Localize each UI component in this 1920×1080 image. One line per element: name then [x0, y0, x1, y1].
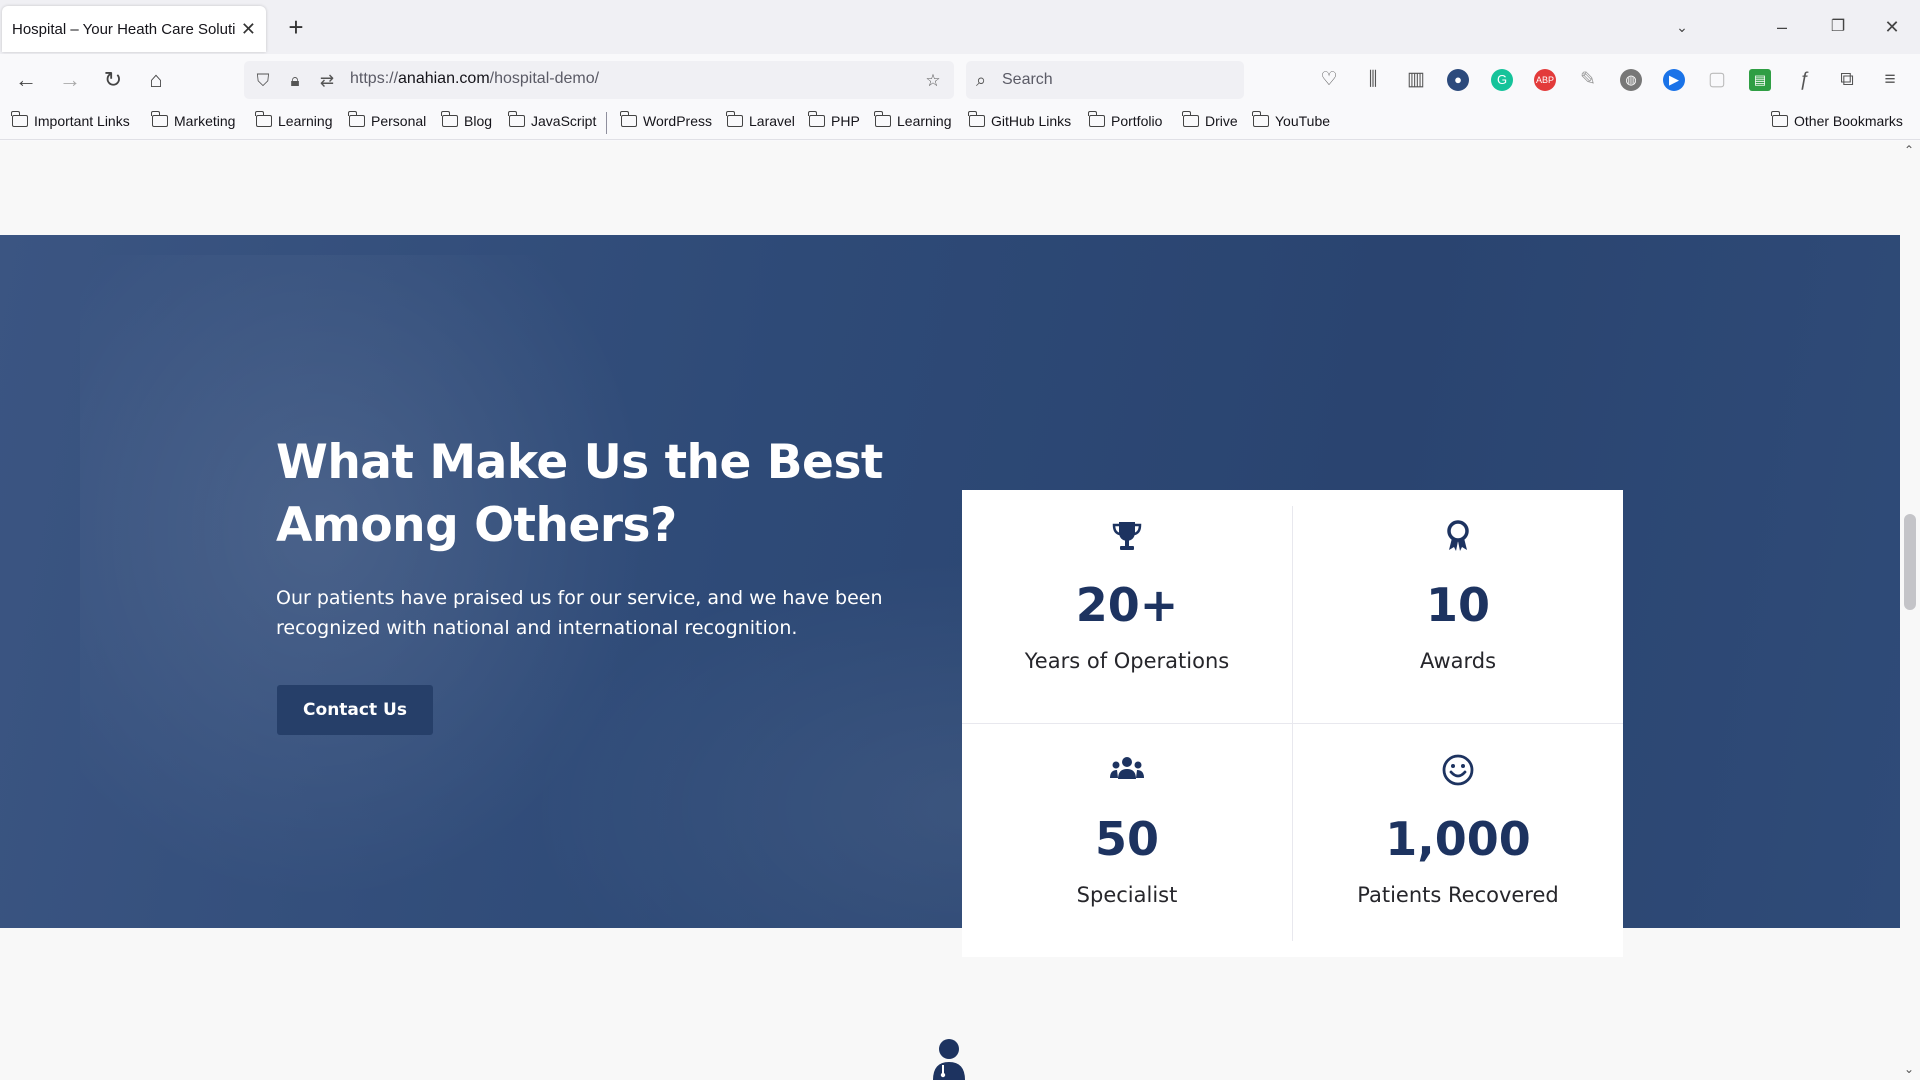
stat-patients-recovered: 1,000 Patients Recovered [1293, 724, 1623, 957]
pocket-icon[interactable]: ♡ [1318, 69, 1340, 91]
smile-icon [1442, 754, 1474, 786]
section-description: Our patients have praised us for our ser… [276, 587, 883, 639]
stat-label: Years of Operations [1024, 649, 1230, 673]
url-bar[interactable]: ⛉ 🔒︎ ⇄ https://anahian.com/hospital-demo… [244, 61, 954, 99]
stats-card: 20+ Years of Operations 10 Awards 50 Spe… [962, 490, 1623, 957]
stat-label: Specialist [1076, 883, 1178, 907]
folder-icon [1771, 111, 1788, 127]
folder-icon [441, 111, 458, 127]
stat-years: 20+ Years of Operations [962, 490, 1292, 723]
other-bookmarks[interactable]: Other Bookmarks [1771, 111, 1903, 129]
bookmark-learning-2[interactable]: Learning [874, 111, 952, 129]
folder-icon [726, 111, 743, 127]
folder-icon [11, 111, 28, 127]
sidebar-icon[interactable]: ▥ [1405, 69, 1427, 91]
close-window-button[interactable]: ✕ [1874, 12, 1910, 42]
home-icon[interactable]: ⌂ [140, 64, 172, 96]
bookmark-laravel[interactable]: Laravel [726, 111, 795, 129]
bookmark-important-links[interactable]: Important Links [11, 111, 130, 129]
tab-close-icon[interactable]: ✕ [241, 19, 256, 40]
permissions-icon[interactable]: ⇄ [316, 70, 338, 92]
bookmark-wordpress[interactable]: WordPress [620, 111, 712, 129]
stat-value: 10 [1425, 578, 1490, 632]
bookmarks-toolbar: Important Links Marketing Learning Perso… [0, 106, 1920, 140]
bookmark-blog[interactable]: Blog [441, 111, 492, 129]
reload-icon[interactable]: ↻ [97, 64, 129, 96]
stat-label: Awards [1419, 649, 1497, 673]
extension-function-icon[interactable]: ƒ [1793, 69, 1815, 91]
adblock-icon[interactable]: ABP [1534, 69, 1556, 91]
folder-icon [255, 111, 272, 127]
forward-arrow-icon[interactable]: → [54, 64, 86, 96]
minimize-button[interactable]: – [1764, 12, 1800, 42]
trophy-icon [1112, 522, 1142, 550]
lock-icon[interactable]: 🔒︎ [284, 70, 306, 92]
folder-icon [151, 111, 168, 127]
extension-sheet-icon[interactable]: ▤ [1749, 69, 1771, 91]
stat-awards: 10 Awards [1293, 490, 1623, 723]
search-placeholder: Search [1002, 71, 1053, 88]
folder-icon [620, 111, 637, 127]
restore-button[interactable]: ❐ [1820, 12, 1856, 42]
award-icon [1447, 520, 1469, 551]
vertical-scrollbar[interactable] [1900, 141, 1920, 1080]
folder-icon [508, 111, 525, 127]
stat-label: Patients Recovered [1357, 883, 1559, 907]
stat-value: 1,000 [1385, 812, 1531, 866]
tab-title: Hospital – Your Heath Care Solution [12, 20, 235, 38]
bookmark-javascript[interactable]: JavaScript [508, 111, 596, 129]
folder-icon [968, 111, 985, 127]
bookmark-separator [606, 112, 607, 134]
section-heading: What Make Us the Best Among Others? [276, 435, 883, 553]
shield-icon[interactable]: ⛉ [252, 70, 274, 92]
pen-icon[interactable]: ✎ [1577, 69, 1599, 91]
stat-value: 20+ [1075, 578, 1179, 632]
bookmark-marketing[interactable]: Marketing [151, 111, 235, 129]
contact-us-button[interactable]: Contact Us [277, 685, 433, 735]
stat-specialists: 50 Specialist [962, 724, 1292, 957]
folder-icon [348, 111, 365, 127]
search-icon: ⌕ [976, 70, 987, 90]
stat-value: 50 [1094, 812, 1159, 866]
bookmark-star-icon[interactable]: ☆ [922, 70, 944, 92]
library-icon[interactable]: ⫼ [1362, 69, 1384, 91]
back-arrow-icon[interactable]: ← [10, 64, 42, 96]
tab-active[interactable]: Hospital – Your Heath Care Solution ✕ [2, 6, 266, 52]
bookmark-learning[interactable]: Learning [255, 111, 333, 129]
extension-square-icon[interactable]: ▢ [1706, 69, 1728, 91]
list-all-tabs-icon[interactable]: ⌄ [1664, 12, 1700, 42]
folder-icon [1182, 111, 1199, 127]
bookmark-youtube[interactable]: YouTube [1252, 111, 1330, 129]
bookmark-personal[interactable]: Personal [348, 111, 426, 129]
url-text[interactable]: https://anahian.com/hospital-demo/ [350, 70, 599, 88]
bookmark-php[interactable]: PHP [808, 111, 860, 129]
folder-icon [1088, 111, 1105, 127]
extension-globe-icon[interactable]: ◍ [1620, 69, 1642, 91]
new-tab-button[interactable]: + [280, 12, 312, 44]
page-viewport: What Make Us the Best Among Others? Our … [0, 141, 1900, 1080]
tab-strip: Hospital – Your Heath Care Solution ✕ + … [0, 0, 1920, 54]
bookmark-github-links[interactable]: GitHub Links [968, 111, 1071, 129]
menu-icon[interactable]: ≡ [1879, 69, 1901, 91]
bookmark-drive[interactable]: Drive [1182, 111, 1238, 129]
extensions-puzzle-icon[interactable]: ⧉ [1836, 69, 1858, 91]
folder-icon [874, 111, 891, 127]
grammarly-icon[interactable]: G [1491, 69, 1513, 91]
folder-icon [1252, 111, 1269, 127]
account-icon[interactable]: ● [1447, 69, 1469, 91]
scroll-down-arrow-icon[interactable]: ⌄ [1904, 1062, 1914, 1076]
bookmark-portfolio[interactable]: Portfolio [1088, 111, 1162, 129]
users-icon [1110, 757, 1144, 779]
folder-icon [808, 111, 825, 127]
navigation-toolbar: ← → ↻ ⌂ ⛉ 🔒︎ ⇄ https://anahian.com/hospi… [0, 54, 1920, 106]
search-bar[interactable]: ⌕ Search [966, 61, 1244, 99]
doctor-icon [933, 1039, 965, 1080]
extension-play-icon[interactable]: ▶ [1663, 69, 1685, 91]
scrollbar-thumb[interactable] [1904, 514, 1916, 610]
scroll-up-arrow-icon[interactable]: ⌃ [1904, 143, 1914, 157]
